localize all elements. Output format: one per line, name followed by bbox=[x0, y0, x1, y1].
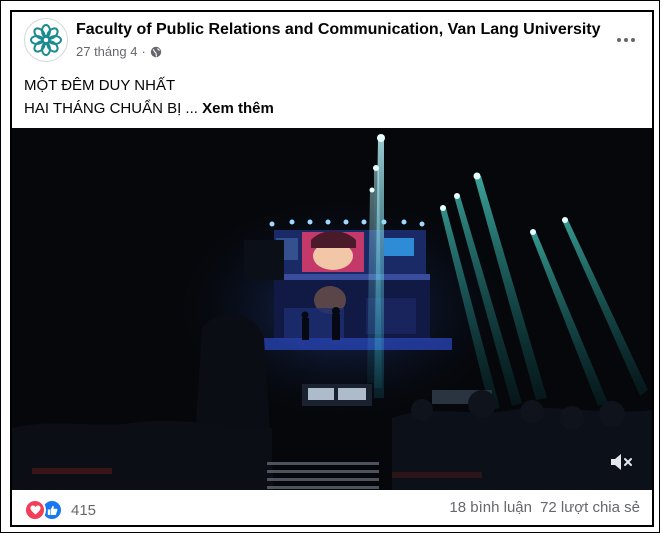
volume-muted-icon bbox=[611, 454, 632, 470]
more-options-button[interactable] bbox=[614, 28, 638, 52]
post-date-link[interactable]: 27 tháng 4 bbox=[76, 44, 137, 59]
post-text-line-2: HAI THÁNG CHUẨN BỊ ... Xem thêm bbox=[24, 97, 274, 120]
see-more-link[interactable]: Xem thêm bbox=[202, 100, 274, 117]
love-reaction-icon bbox=[24, 499, 46, 521]
faculty-logo-icon bbox=[30, 24, 62, 56]
comments-count-link[interactable]: 18 bình luận bbox=[449, 499, 532, 516]
post-stats-bar: 415 18 bình luận 72 lượt chia sẻ bbox=[12, 490, 652, 525]
post-video[interactable] bbox=[12, 128, 652, 490]
page-avatar[interactable] bbox=[24, 18, 68, 62]
post-text-ellipsis: ... bbox=[185, 100, 198, 117]
post-text-line-1: MỘT ĐÊM DUY NHẤT bbox=[24, 77, 176, 94]
post-meta: 27 tháng 4 · bbox=[76, 44, 162, 59]
mute-toggle-button[interactable] bbox=[608, 448, 636, 476]
post-text: MỘT ĐÊM DUY NHẤT HAI THÁNG CHUẨN BỊ ... … bbox=[24, 74, 274, 120]
globe-icon bbox=[150, 46, 161, 57]
screenshot-frame: Faculty of Public Relations and Communic… bbox=[0, 0, 660, 533]
more-horizontal-icon bbox=[617, 38, 635, 42]
post-header: Faculty of Public Relations and Communic… bbox=[12, 12, 652, 72]
page-name-link[interactable]: Faculty of Public Relations and Communic… bbox=[76, 21, 601, 39]
concert-stage-video-frame bbox=[12, 128, 652, 490]
post-text-line-2-content: HAI THÁNG CHUẨN BỊ bbox=[24, 100, 182, 117]
reaction-count: 415 bbox=[71, 501, 97, 519]
meta-separator: · bbox=[141, 44, 146, 59]
reactions-summary[interactable]: 415 bbox=[24, 499, 96, 521]
shares-count-link[interactable]: 72 lượt chia sẻ bbox=[540, 499, 640, 516]
facebook-post-card: Faculty of Public Relations and Communic… bbox=[10, 10, 654, 527]
